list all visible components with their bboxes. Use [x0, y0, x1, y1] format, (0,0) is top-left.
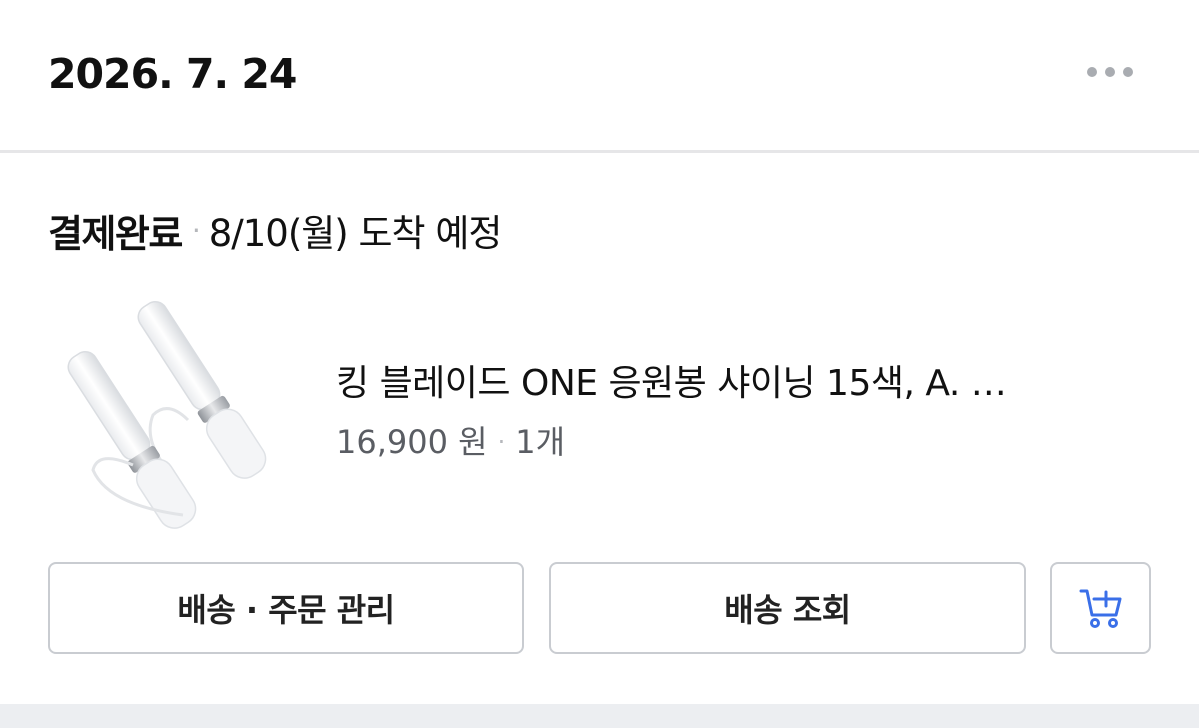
price-quantity-line: 16,900 원 · 1개	[336, 418, 565, 466]
add-to-cart-button[interactable]	[1050, 562, 1151, 654]
arrival-estimate: 8/10(월) 도착 예정	[208, 212, 503, 255]
order-card: 2026. 7. 24 결제완료 · 8/10(월) 도착 예정 킹 블레이드 …	[0, 0, 1199, 728]
add-to-cart-icon	[1079, 589, 1121, 628]
light-stick-image	[67, 301, 267, 529]
more-options-button[interactable]	[1080, 55, 1140, 89]
shipping-track-label: 배송 조회	[724, 591, 851, 629]
product-quantity: 1개	[515, 423, 566, 461]
order-status-line: 결제완료 · 8/10(월) 도착 예정	[48, 200, 503, 260]
more-horizontal-icon	[1087, 67, 1133, 77]
shipping-order-manage-button[interactable]: 배송 · 주문 관리	[48, 562, 524, 654]
order-status: 결제완료	[48, 211, 183, 256]
product-name[interactable]: 킹 블레이드 ONE 응원봉 샤이닝 15색, A. …	[336, 358, 1146, 410]
product-price: 16,900 원	[336, 423, 488, 461]
shipping-order-manage-label: 배송 · 주문 관리	[177, 591, 395, 629]
shipping-track-button[interactable]: 배송 조회	[549, 562, 1026, 654]
section-divider	[0, 704, 1199, 728]
order-date: 2026. 7. 24	[48, 50, 297, 98]
header-divider	[0, 150, 1199, 153]
price-separator: ·	[497, 428, 506, 456]
order-header: 2026. 7. 24	[0, 0, 1199, 150]
product-image[interactable]	[48, 290, 298, 530]
status-separator: ·	[191, 213, 201, 247]
